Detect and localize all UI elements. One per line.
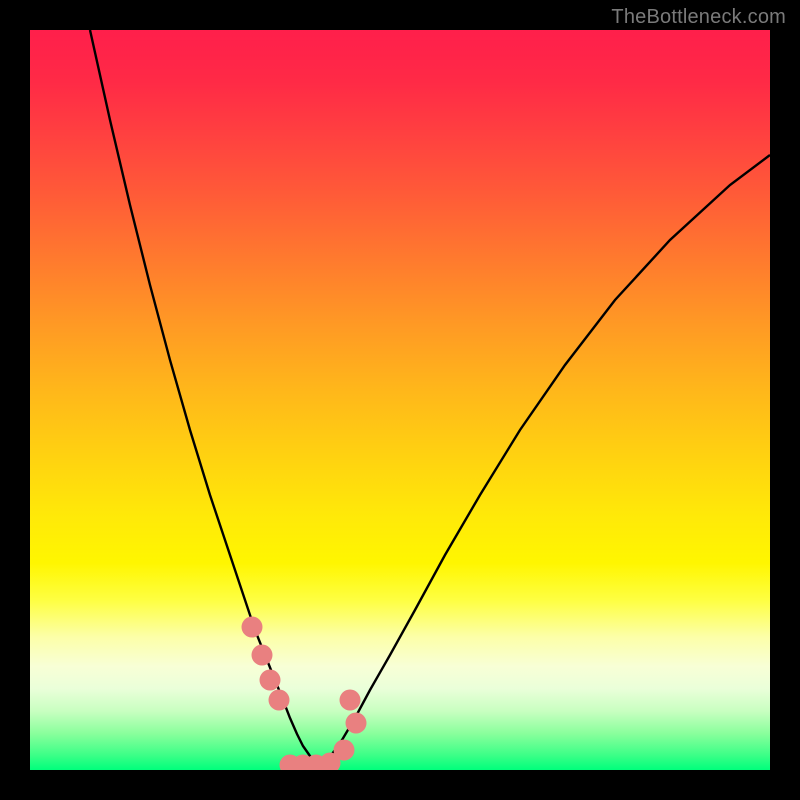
marker-dot [242,617,263,638]
marker-dot [346,713,367,734]
chart-frame: TheBottleneck.com [0,0,800,800]
marker-dot [269,690,290,711]
marker-dot [334,740,355,761]
watermark-text: TheBottleneck.com [611,6,786,29]
curve-layer [30,30,770,770]
marker-dot [260,670,281,691]
curve-right-branch [320,155,770,770]
plot-area [30,30,770,770]
marker-dot [252,645,273,666]
curve-left-branch [90,30,320,770]
marker-dot [340,690,361,711]
